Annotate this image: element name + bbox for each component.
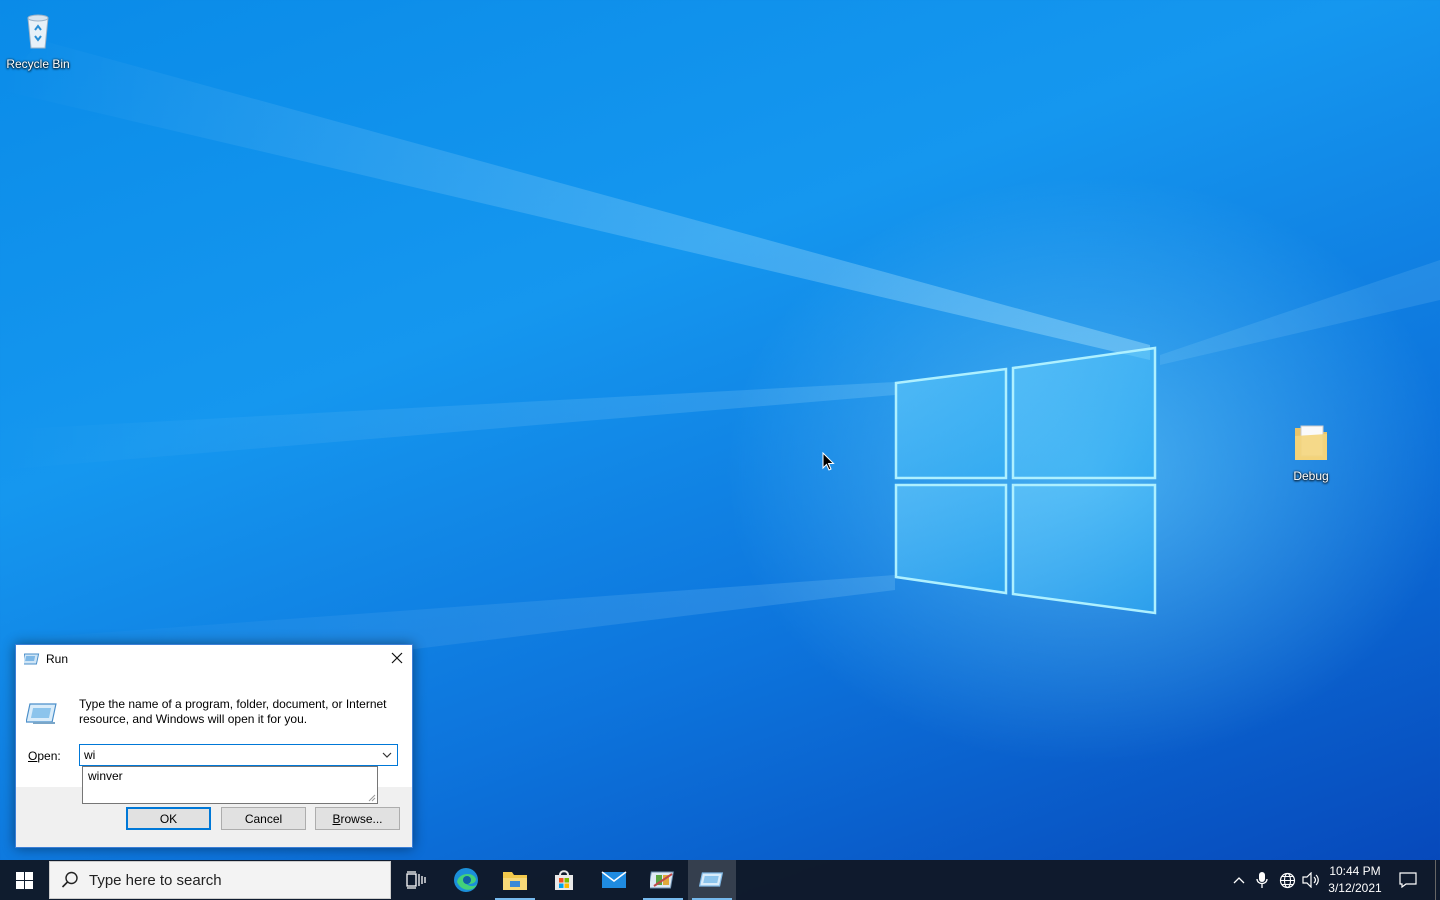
browse-button[interactable]: Browse...: [315, 807, 400, 830]
microphone-icon: [1256, 872, 1268, 888]
taskbar-app-microsoft-store[interactable]: [540, 860, 588, 900]
store-icon: [555, 870, 573, 890]
run-app-icon: [24, 653, 40, 665]
open-combobox[interactable]: [79, 744, 398, 766]
notification-icon: [1399, 872, 1417, 888]
show-hidden-icons-button[interactable]: [1229, 860, 1249, 900]
open-input[interactable]: [84, 747, 374, 763]
autocomplete-item[interactable]: winver: [83, 767, 377, 785]
taskbar-app-mail[interactable]: [590, 860, 638, 900]
windows-start-icon: [15, 871, 33, 889]
close-button[interactable]: [388, 649, 406, 667]
run-titlebar[interactable]: Run: [16, 645, 412, 673]
speaker-icon: [1302, 872, 1319, 888]
cancel-button[interactable]: Cancel: [221, 807, 306, 830]
control-panel-icon: [650, 871, 674, 889]
globe-network-icon: [1279, 872, 1295, 888]
clock-date: 3/12/2021: [1328, 881, 1382, 895]
show-desktop-button[interactable]: [1435, 860, 1440, 900]
volume-tray-button[interactable]: [1300, 860, 1322, 900]
mouse-cursor-icon: [822, 452, 835, 471]
folder-icon: [1295, 425, 1327, 460]
taskbar-search-box[interactable]: Type here to search: [49, 861, 391, 899]
recycle-bin-icon: [27, 14, 49, 49]
windows-logo-wallpaper: [894, 346, 1157, 615]
resize-grip-icon[interactable]: [366, 792, 376, 802]
run-content-area: Type the name of a program, folder, docu…: [16, 673, 412, 804]
debug-folder-label: Debug: [1293, 469, 1329, 483]
search-icon: [61, 871, 78, 888]
run-description: Type the name of a program, folder, docu…: [79, 697, 387, 726]
search-placeholder: Type here to search: [89, 871, 222, 889]
run-program-icon: [26, 703, 57, 724]
start-button[interactable]: [0, 860, 48, 900]
taskbar-app-file-explorer[interactable]: [491, 860, 539, 900]
recycle-bin-label: Recycle Bin: [6, 57, 70, 71]
taskbar-app-edge[interactable]: [442, 860, 490, 900]
taskbar-app-run[interactable]: [688, 860, 736, 900]
mail-icon: [601, 871, 627, 888]
clock-time: 10:44 PM: [1329, 864, 1381, 878]
file-explorer-icon: [503, 872, 527, 890]
combobox-dropdown-button[interactable]: [378, 746, 396, 764]
taskbar-clock[interactable]: 10:44 PM 3/12/2021: [1320, 863, 1390, 897]
desktop-icon-debug-folder[interactable]: Debug: [1273, 420, 1349, 483]
chevron-up-icon: [1233, 877, 1245, 884]
ok-button[interactable]: OK: [126, 807, 211, 830]
edge-icon: [454, 868, 478, 892]
close-icon: [391, 652, 403, 664]
action-center-button[interactable]: [1394, 860, 1422, 900]
open-label: Open:: [28, 749, 61, 763]
taskbar-app-control-panel[interactable]: [639, 860, 687, 900]
autocomplete-dropdown: winver: [82, 766, 378, 804]
run-icon: [699, 872, 724, 887]
microphone-tray-button[interactable]: [1252, 860, 1272, 900]
task-view-icon: [406, 871, 426, 889]
desktop-icon-recycle-bin[interactable]: Recycle Bin: [0, 8, 76, 71]
task-view-button[interactable]: [392, 860, 440, 900]
taskbar: Type here to search 10:44 PM 3/12/2021: [0, 860, 1440, 900]
chevron-down-icon: [382, 752, 392, 758]
network-tray-button[interactable]: [1276, 860, 1298, 900]
run-title: Run: [46, 652, 69, 666]
run-dialog: Run Type the name of a program, folder, …: [15, 644, 413, 848]
